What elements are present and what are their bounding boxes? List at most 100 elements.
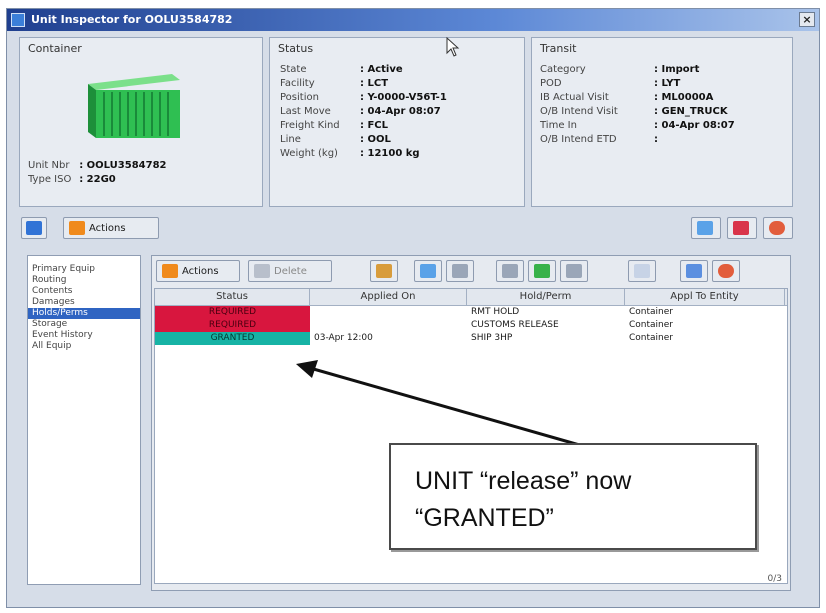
entity-cell: Container [629, 320, 673, 330]
status-cell: GRANTED [155, 332, 310, 345]
sidebar-item[interactable]: Damages [28, 297, 140, 308]
grid-actions-button[interactable]: Actions [156, 260, 240, 282]
close-panel-button[interactable] [763, 217, 793, 239]
applied-on-cell [310, 319, 467, 332]
table-row[interactable]: REQUIRED RMT HOLD Container [155, 306, 787, 319]
sidebar-item[interactable]: Routing [28, 275, 140, 286]
window-title: Unit Inspector for OOLU3584782 [31, 13, 233, 26]
transit-field-label: Category [540, 64, 586, 75]
window-button[interactable] [628, 260, 656, 282]
view-toggle-button[interactable] [21, 217, 47, 239]
refresh-button[interactable] [691, 217, 721, 239]
status-field-row: Position : Y-0000-V56T-1 [280, 92, 447, 103]
status-field-row: Freight Kind : FCL [280, 120, 388, 131]
sidebar-item[interactable]: Event History [28, 330, 140, 341]
grid-close-button[interactable] [712, 260, 740, 282]
transit-field-value: : LYT [654, 78, 681, 89]
transit-field-row: Time In : 04-Apr 08:07 [540, 120, 735, 131]
sidebar-item[interactable]: Contents [28, 286, 140, 297]
status-field-row: Last Move : 04-Apr 08:07 [280, 106, 441, 117]
sidebar-item[interactable]: Storage [28, 319, 140, 330]
column-applied-on[interactable]: Applied On [310, 289, 467, 305]
transit-field-label: Time In [540, 120, 577, 131]
status-field-label: Last Move [280, 106, 331, 117]
unit-nbr-row: Unit Nbr : OOLU3584782 [28, 160, 167, 171]
status-field-value: : Active [360, 64, 403, 75]
transit-field-label: O/B Intend ETD [540, 134, 617, 145]
status-field-label: Freight Kind [280, 120, 340, 131]
cancel-icon [769, 221, 785, 235]
transit-panel: Transit Category : Import POD: LYT IB Actua… [531, 37, 793, 207]
sidebar-item[interactable]: Primary Equip [28, 264, 140, 275]
flag-icon [376, 264, 392, 278]
print-button[interactable] [727, 217, 757, 239]
columns-button[interactable] [496, 260, 524, 282]
callout-line-1: UNIT “release” now [415, 467, 632, 495]
column-status[interactable]: Status [155, 289, 310, 305]
transit-field-value: : 04-Apr 08:07 [654, 120, 735, 131]
status-field-label: Line [280, 134, 301, 145]
status-field-value: : 12100 kg [360, 148, 420, 159]
annotation-callout: UNIT “release” now “GRANTED” [389, 443, 757, 550]
sidebar-item[interactable]: All Equip [28, 341, 140, 352]
table-row[interactable]: GRANTED 03-Apr 12:00 SHIP 3HP Container [155, 332, 787, 345]
top-toolbar: Actions [21, 217, 801, 243]
check-icon [686, 264, 702, 278]
transit-field-value: : Import [654, 64, 700, 75]
status-field-row: State : Active [280, 64, 403, 75]
transit-field-row: Category : Import [540, 64, 699, 75]
filter-button[interactable] [446, 260, 474, 282]
transit-field-row: IB Actual Visit: ML0000A [540, 92, 713, 103]
status-field-label: State [280, 64, 307, 75]
check-button[interactable] [680, 260, 708, 282]
unit-nbr-value: : OOLU3584782 [79, 160, 167, 171]
transit-field-row: O/B Intend Visit : GEN_TRUCK [540, 106, 728, 117]
status-field-value: : Y-0000-V56T-1 [360, 92, 447, 103]
app-icon [11, 13, 25, 27]
grid-button[interactable] [560, 260, 588, 282]
type-iso-value: : 22G0 [79, 174, 116, 185]
sidebar: Primary Equip Routing Contents Damages Holds… [27, 255, 141, 585]
actions-button[interactable]: Actions [63, 217, 159, 239]
hold-perm-cell: RMT HOLD [471, 307, 520, 317]
table-row[interactable]: REQUIRED CUSTOMS RELEASE Container [155, 319, 787, 332]
flag-button[interactable] [370, 260, 398, 282]
column-hold-perm[interactable]: Hold/Perm [467, 289, 625, 305]
callout-line-2: “GRANTED” [415, 504, 554, 532]
delete-button[interactable]: Delete [248, 260, 332, 282]
status-field-value: : 04-Apr 08:07 [360, 106, 441, 117]
status-field-value: : OOL [360, 134, 391, 145]
transit-field-value: : GEN_TRUCK [654, 106, 728, 117]
hold-perm-cell: SHIP 3HP [471, 333, 513, 343]
actions-icon [69, 221, 85, 235]
status-cell: REQUIRED [155, 319, 310, 332]
transit-field-row: POD: LYT [540, 78, 680, 89]
delete-icon [254, 264, 270, 278]
container-panel: Container Unit Nbr : OOLU3584782 Type IS… [19, 37, 263, 207]
status-field-value: : FCL [360, 120, 389, 131]
status-field-label: Position [280, 92, 319, 103]
close-button[interactable]: × [799, 12, 815, 27]
status-panel-title: Status [278, 42, 314, 55]
transit-panel-title: Transit [540, 42, 577, 55]
refresh-icon [420, 264, 436, 278]
status-field-row: Line : OOL [280, 134, 391, 145]
report-icon [733, 221, 749, 235]
column-appl-to-entity[interactable]: Appl To Entity [625, 289, 785, 305]
transit-field-label: O/B Intend Visit [540, 106, 618, 117]
status-field-label: Facility [280, 78, 315, 89]
transit-field-label: IB Actual Visit [540, 92, 609, 103]
status-cell: REQUIRED [155, 306, 310, 319]
sidebar-item[interactable]: Holds/Perms [28, 308, 140, 319]
applied-on-cell [310, 306, 467, 319]
export-button[interactable] [528, 260, 556, 282]
title-bar[interactable]: Unit Inspector for OOLU3584782 × [7, 9, 819, 31]
status-field-row: Weight (kg): 12100 kg [280, 148, 420, 159]
type-iso-row: Type ISO : 22G0 [28, 174, 116, 185]
export-icon [534, 264, 550, 278]
grid-header: Status Applied On Hold/Perm Appl To Enti… [155, 289, 787, 306]
grid-refresh-button[interactable] [414, 260, 442, 282]
actions-icon [162, 264, 178, 278]
entity-cell: Container [629, 333, 673, 343]
status-panel: Status State: Active Facility: LCT Positio… [269, 37, 525, 207]
